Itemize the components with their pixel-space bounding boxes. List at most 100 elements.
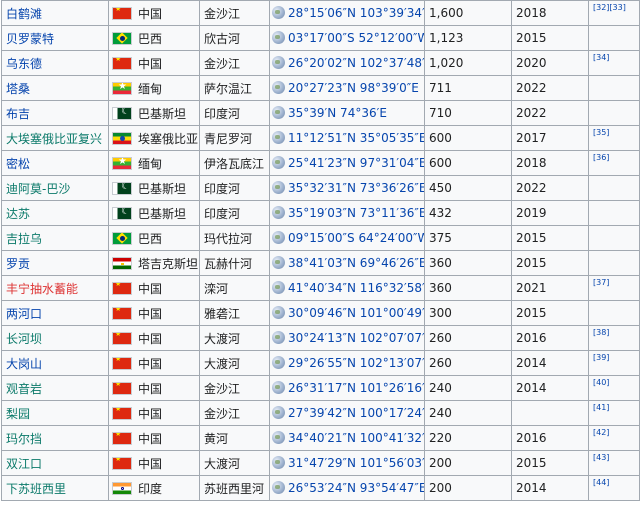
coordinates-text[interactable]: 29°26′55″N 102°13′07″E [288,356,424,370]
dam-name-link[interactable]: 双江口 [6,457,42,471]
coordinates-cell[interactable]: 26°31′17″N 101°26′16″E [269,375,425,401]
dam-name-link[interactable]: 吉拉乌 [6,232,42,246]
coordinates-cell[interactable]: 25°41′23″N 97°31′04″E [269,150,425,176]
year-cell: 2016 [511,425,589,451]
coordinates-cell[interactable]: 26°20′02″N 102°37′48″E [269,50,425,76]
reference-cell[interactable] [588,175,640,201]
reference-cell[interactable]: [38] [588,325,640,351]
coordinates-cell[interactable]: 35°19′03″N 73°11′36″E [269,200,425,226]
reference-cell[interactable] [588,25,640,51]
coordinates-text[interactable]: 09°15′00″S 64°24′00″W [288,231,424,245]
coordinates-cell[interactable]: 38°41′03″N 69°46′26″E [269,250,425,276]
capacity-cell: 260 [424,350,512,376]
globe-icon [272,381,285,394]
coordinates-text[interactable]: 30°09′46″N 101°00′49″E [288,306,424,320]
coordinates-text[interactable]: 38°41′03″N 69°46′26″E [288,256,424,270]
coordinates-cell[interactable]: 27°39′42″N 100°17′24″E [269,400,425,426]
coordinates-text[interactable]: 26°20′02″N 102°37′48″E [288,56,424,70]
reference-cell[interactable]: [34] [588,50,640,76]
reference-cell[interactable]: [40] [588,375,640,401]
dam-name-link[interactable]: 大埃塞俄比亚复兴 [6,132,102,146]
coordinates-text[interactable]: 41°40′34″N 116°32′58″E [288,281,424,295]
dam-name-link[interactable]: 乌东德 [6,57,42,71]
country-cell: 中国 [108,0,200,26]
coordinates-text[interactable]: 20°27′23″N 98°39′0″E [288,81,419,95]
coordinates-cell[interactable]: 11°12′51″N 35°05′35″E [269,125,425,151]
coordinates-text[interactable]: 27°39′42″N 100°17′24″E [288,406,424,420]
cn-flag-icon [112,6,132,20]
coordinates-text[interactable]: 26°31′17″N 101°26′16″E [288,381,424,395]
globe-icon [272,106,285,119]
dam-name-link[interactable]: 迪阿莫-巴沙 [6,182,70,196]
reference-cell[interactable] [588,200,640,226]
country-name: 巴西 [138,31,163,46]
reference-cell[interactable]: [32][33] [588,0,640,26]
reference-cell[interactable]: [41] [588,400,640,426]
dam-name-link[interactable]: 塔桑 [6,82,30,96]
cn-flag-icon [112,281,132,295]
coordinates-cell[interactable]: 03°17′00″S 52°12′00″W [269,25,425,51]
coordinates-text[interactable]: 35°32′31″N 73°36′26″E [288,181,424,195]
table-row: 迪阿莫-巴沙 巴基斯坦印度河 35°32′31″N 73°36′26″E450202… [1,175,640,201]
year-cell: 2020 [511,50,589,76]
reference-cell[interactable]: [44] [588,475,640,501]
country-cell: 缅甸 [108,150,200,176]
reference-cell[interactable]: [39] [588,350,640,376]
country-cell: 巴基斯坦 [108,175,200,201]
coordinates-cell[interactable]: 34°40′21″N 100°41′32″E [269,425,425,451]
coordinates-cell[interactable]: 30°24′13″N 102°07′07″E [269,325,425,351]
year-cell: 2018 [511,0,589,26]
dam-name-link[interactable]: 下苏班西里 [6,482,66,496]
coordinates-text[interactable]: 30°24′13″N 102°07′07″E [288,331,424,345]
dam-name-link[interactable]: 大岗山 [6,357,42,371]
reference-cell[interactable] [588,75,640,101]
reference-cell[interactable]: [43] [588,450,640,476]
capacity-cell: 710 [424,100,512,126]
dam-name-link[interactable]: 两河口 [6,307,42,321]
coordinates-cell[interactable]: 31°47′29″N 101°56′03″E [269,450,425,476]
reference-cell[interactable] [588,225,640,251]
dam-name-cell: 白鹤滩 [1,0,109,26]
coordinates-cell[interactable]: 20°27′23″N 98°39′0″E [269,75,425,101]
coordinates-cell[interactable]: 35°39′N 74°36′E [269,100,425,126]
reference-cell[interactable] [588,300,640,326]
dam-name-link[interactable]: 梨园 [6,407,30,421]
reference-cell[interactable]: [37] [588,275,640,301]
river-cell: 萨尔温江 [199,75,270,101]
coordinates-cell[interactable]: 30°09′46″N 101°00′49″E [269,300,425,326]
coordinates-cell[interactable]: 09°15′00″S 64°24′00″W [269,225,425,251]
reference-cell[interactable]: [35] [588,125,640,151]
dam-name-link[interactable]: 密松 [6,157,30,171]
coordinates-text[interactable]: 34°40′21″N 100°41′32″E [288,431,424,445]
reference-cell[interactable]: [36] [588,150,640,176]
table-row: 双江口 中国 大渡河 31°47′29″N 101°56′03″E2002015[43… [1,450,640,476]
coordinates-cell[interactable]: 35°32′31″N 73°36′26″E [269,175,425,201]
coordinates-cell[interactable]: 28°15′06″N 103°39′34″E [269,0,425,26]
coordinates-cell[interactable]: 29°26′55″N 102°13′07″E [269,350,425,376]
dam-name-link[interactable]: 贝罗蒙特 [6,32,54,46]
coordinates-text[interactable]: 31°47′29″N 101°56′03″E [288,456,424,470]
dam-name-link[interactable]: 罗贡 [6,257,30,271]
reference-cell[interactable]: [42] [588,425,640,451]
dam-name-link[interactable]: 丰宁抽水蓄能 [6,282,78,296]
year-cell: 2014 [511,475,589,501]
coordinates-text[interactable]: 03°17′00″S 52°12′00″W [288,31,424,45]
dam-name-link[interactable]: 布吉 [6,107,30,121]
dam-name-link[interactable]: 白鹤滩 [6,7,42,21]
coordinates-text[interactable]: 35°39′N 74°36′E [288,106,387,120]
reference-cell[interactable] [588,100,640,126]
country-cell: 巴西 [108,225,200,251]
coordinates-cell[interactable]: 41°40′34″N 116°32′58″E [269,275,425,301]
dam-name-link[interactable]: 玛尔挡 [6,432,42,446]
coordinates-text[interactable]: 26°53′24″N 93°54′47″E [288,481,424,495]
dam-name-link[interactable]: 观音岩 [6,382,42,396]
coordinates-cell[interactable]: 26°53′24″N 93°54′47″E [269,475,425,501]
reference-cell[interactable] [588,250,640,276]
dam-name-link[interactable]: 达苏 [6,207,30,221]
dam-name-link[interactable]: 长河坝 [6,332,42,346]
coordinates-text[interactable]: 35°19′03″N 73°11′36″E [288,206,424,220]
coordinates-text[interactable]: 25°41′23″N 97°31′04″E [288,156,424,170]
coordinates-text[interactable]: 28°15′06″N 103°39′34″E [288,6,424,20]
year-cell: 2022 [511,100,589,126]
coordinates-text[interactable]: 11°12′51″N 35°05′35″E [288,131,424,145]
